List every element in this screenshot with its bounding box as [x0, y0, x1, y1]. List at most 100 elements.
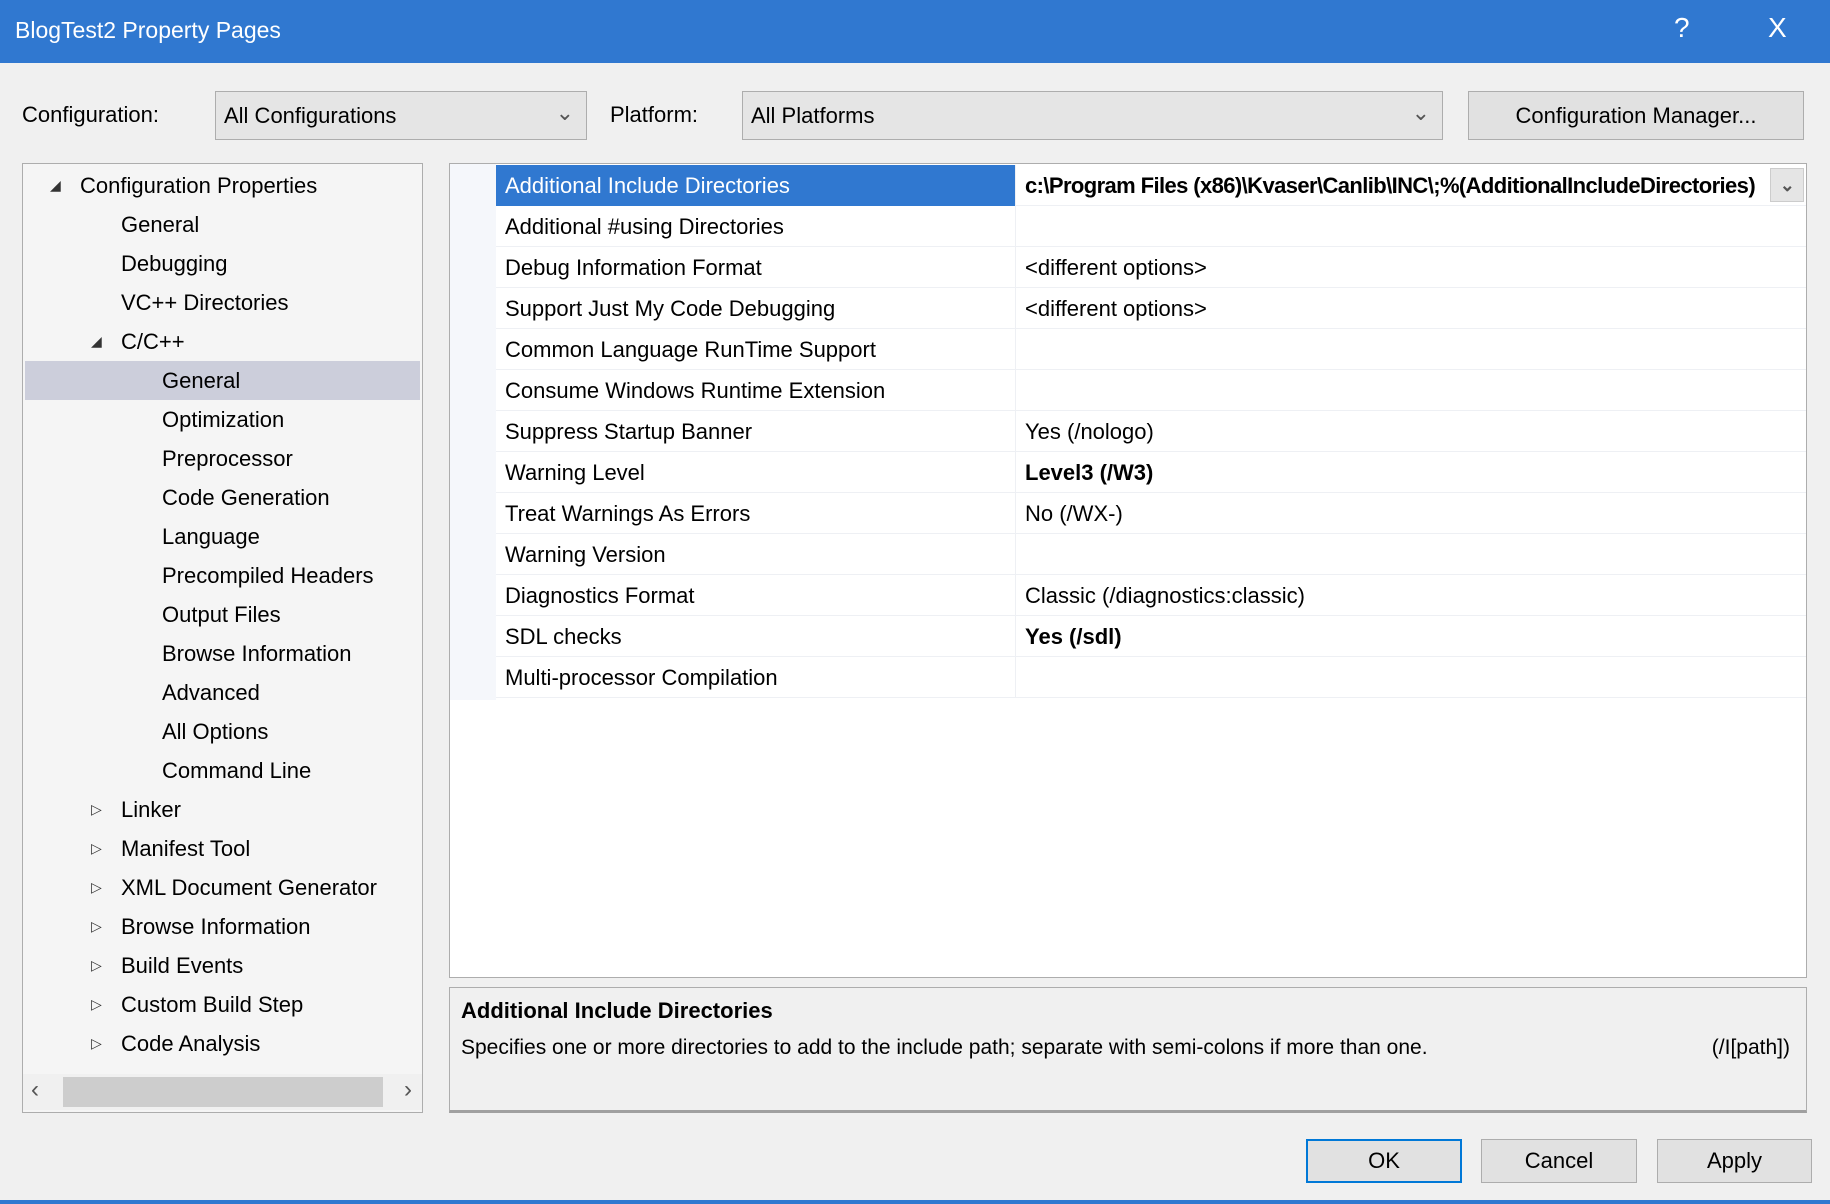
apply-button[interactable]: Apply — [1657, 1139, 1812, 1183]
property-tree[interactable]: ◢Configuration PropertiesGeneralDebuggin… — [22, 163, 423, 1113]
tree-item[interactable]: ▷ Manifest Tool — [25, 829, 420, 868]
property-row[interactable]: Warning Version — [496, 534, 1806, 575]
collapsed-arrow-icon[interactable]: ▷ — [91, 868, 102, 907]
tree-item[interactable]: Precompiled Headers — [25, 556, 420, 595]
tree-item[interactable]: ▷ Browse Information — [25, 907, 420, 946]
tree-item[interactable]: Optimization — [25, 400, 420, 439]
property-value-text: <different options> — [1025, 296, 1207, 321]
property-value[interactable]: No (/WX-) — [1016, 493, 1806, 534]
close-button[interactable]: X — [1768, 12, 1787, 44]
tree-item[interactable]: ▷Linker — [25, 790, 420, 829]
help-button[interactable]: ? — [1674, 12, 1690, 44]
property-row[interactable]: Additional #using Directories — [496, 206, 1806, 247]
tree-item[interactable]: Output Files — [25, 595, 420, 634]
property-row[interactable]: Support Just My Code Debugging <different… — [496, 288, 1806, 329]
collapsed-arrow-icon[interactable]: ▷ — [91, 946, 102, 985]
property-row[interactable]: Suppress Startup BannerYes (/nologo) — [496, 411, 1806, 452]
property-value[interactable]: Classic (/diagnostics:classic) — [1016, 575, 1806, 616]
property-value[interactable]: <different options> — [1016, 247, 1806, 288]
property-value-text: c:\Program Files (x86)\Kvaser\Canlib\INC… — [1025, 173, 1755, 198]
value-dropdown-button[interactable]: ⌄ — [1770, 168, 1804, 202]
configuration-dropdown[interactable]: All Configurations ⌄ — [215, 91, 587, 140]
description-text: Specifies one or more directories to add… — [461, 1036, 1428, 1060]
tree-item[interactable]: Command Line — [25, 751, 420, 790]
collapsed-arrow-icon[interactable]: ▷ — [91, 829, 102, 868]
tree-item[interactable]: ▷Build Events — [25, 946, 420, 985]
tree-item[interactable]: ▷Custom Build Step — [25, 985, 420, 1024]
property-value-text: Yes (/sdl) — [1025, 624, 1122, 649]
tree-item[interactable]: Language — [25, 517, 420, 556]
tree-item[interactable]: ◢ C/C++ — [25, 322, 420, 361]
property-grid[interactable]: Additional Include Directories c:\Program… — [449, 163, 1807, 978]
property-value[interactable] — [1016, 657, 1806, 698]
property-value[interactable]: c:\Program Files (x86)\Kvaser\Canlib\INC… — [1016, 165, 1806, 206]
tree-item[interactable]: Browse Information — [25, 634, 420, 673]
property-row[interactable]: Warning LevelLevel3 (/W3) — [496, 452, 1806, 493]
ok-button[interactable]: OK — [1306, 1139, 1462, 1183]
configuration-manager-button[interactable]: Configuration Manager... — [1468, 91, 1804, 140]
tree-item-label: VC++ Directories — [121, 283, 289, 322]
property-value[interactable]: Yes (/sdl) — [1016, 616, 1806, 657]
property-value[interactable] — [1016, 329, 1806, 370]
platform-dropdown[interactable]: All Platforms ⌄ — [742, 91, 1443, 140]
property-value[interactable] — [1016, 534, 1806, 575]
property-value[interactable]: Level3 (/W3) — [1016, 452, 1806, 493]
tree-item[interactable]: VC++ Directories — [25, 283, 420, 322]
tree-item[interactable]: General — [25, 205, 420, 244]
description-panel: Additional Include Directories Specifies… — [449, 987, 1807, 1113]
grid-gutter — [450, 164, 496, 700]
tree-item[interactable]: All Options — [25, 712, 420, 751]
property-row[interactable]: Diagnostics Format Classic (/diagnostics:… — [496, 575, 1806, 616]
scrollbar-thumb[interactable] — [63, 1077, 383, 1107]
configuration-value: All Configurations — [224, 103, 396, 128]
property-name: SDL checks — [496, 616, 1016, 657]
configuration-label: Configuration: — [22, 102, 159, 128]
tree-item-label: Code Generation — [162, 478, 330, 517]
cancel-button[interactable]: Cancel — [1481, 1139, 1637, 1183]
tree-item-label: Preprocessor — [162, 439, 293, 478]
title-bar: BlogTest2 Property Pages ? X — [0, 0, 1830, 63]
tree-item[interactable]: Advanced — [25, 673, 420, 712]
collapsed-arrow-icon[interactable]: ▷ — [91, 985, 102, 1024]
tree-item[interactable]: Preprocessor — [25, 439, 420, 478]
property-row[interactable]: SDL checks Yes (/sdl) — [496, 616, 1806, 657]
property-row[interactable]: Multi-processor Compilation — [496, 657, 1806, 698]
tree-item[interactable]: General — [25, 361, 420, 400]
tree-item-label: Precompiled Headers — [162, 556, 374, 595]
property-row[interactable]: Treat Warnings As ErrorsNo (/WX-) — [496, 493, 1806, 534]
tree-item-label: Manifest Tool — [121, 829, 250, 868]
property-value[interactable] — [1016, 370, 1806, 411]
property-value-text: Classic (/diagnostics:classic) — [1025, 583, 1305, 608]
tree-item-label: C/C++ — [121, 322, 185, 361]
property-name: Consume Windows Runtime Extension — [496, 370, 1016, 411]
tree-item[interactable]: Code Generation — [25, 478, 420, 517]
tree-horizontal-scrollbar[interactable]: ‹ › — [23, 1074, 422, 1110]
collapsed-arrow-icon[interactable]: ▷ — [91, 790, 102, 829]
tree-item[interactable]: ▷Code Analysis — [25, 1024, 420, 1063]
tree-item[interactable]: ◢Configuration Properties — [25, 166, 420, 205]
tree-item-label: Output Files — [162, 595, 281, 634]
property-row[interactable]: Additional Include Directories c:\Program… — [496, 165, 1806, 206]
tree-item[interactable]: Debugging — [25, 244, 420, 283]
tree-item-label: General — [121, 205, 199, 244]
scroll-left-icon[interactable]: ‹ — [31, 1076, 39, 1104]
window-title: BlogTest2 Property Pages — [15, 17, 281, 44]
property-value[interactable]: Yes (/nologo) — [1016, 411, 1806, 452]
property-row[interactable]: Common Language RunTime Support — [496, 329, 1806, 370]
property-name: Diagnostics Format — [496, 575, 1016, 616]
tree-item-label: Browse Information — [121, 907, 311, 946]
expanded-arrow-icon[interactable]: ◢ — [91, 322, 102, 361]
tree-item[interactable]: ▷XML Document Generator — [25, 868, 420, 907]
property-value[interactable] — [1016, 206, 1806, 247]
property-row[interactable]: Debug Information Format<different optio… — [496, 247, 1806, 288]
expanded-arrow-icon[interactable]: ◢ — [50, 166, 61, 205]
collapsed-arrow-icon[interactable]: ▷ — [91, 1024, 102, 1063]
property-name: Additional Include Directories — [496, 165, 1016, 206]
property-value[interactable]: <different options> — [1016, 288, 1806, 329]
platform-label: Platform: — [610, 102, 698, 128]
scroll-right-icon[interactable]: › — [404, 1076, 412, 1104]
property-name: Support Just My Code Debugging — [496, 288, 1016, 329]
property-row[interactable]: Consume Windows Runtime Extension — [496, 370, 1806, 411]
collapsed-arrow-icon[interactable]: ▷ — [91, 907, 102, 946]
property-name: Common Language RunTime Support — [496, 329, 1016, 370]
